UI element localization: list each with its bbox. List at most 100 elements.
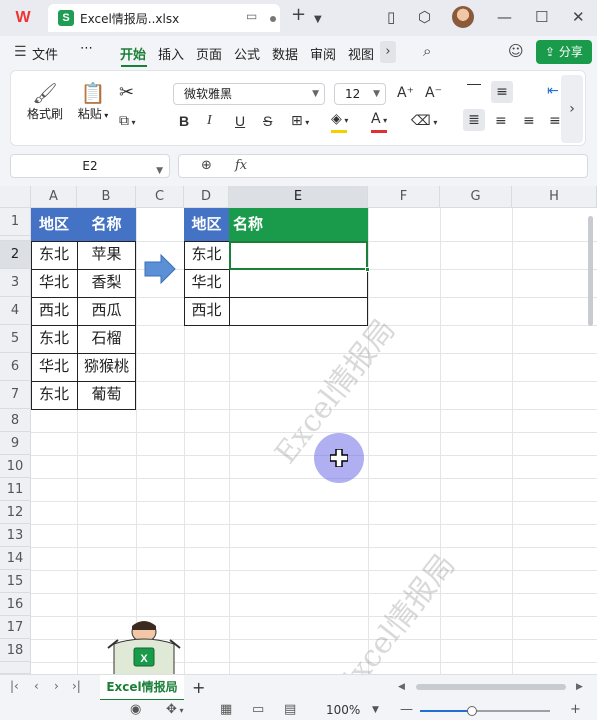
copy-icon[interactable]: ⧉ ▾	[119, 113, 136, 131]
align-middle-icon[interactable]: ≡	[491, 81, 513, 103]
name-box[interactable]: E2 ▼	[10, 154, 170, 178]
column-header-c[interactable]: C	[136, 186, 184, 208]
font-name-select[interactable]: 微软雅黑 ▼	[173, 83, 325, 105]
strikethrough-button[interactable]: S	[263, 113, 272, 129]
vertical-scrollbar[interactable]	[588, 216, 593, 326]
chevron-down-icon[interactable]: ▼	[372, 705, 379, 715]
formula-bar[interactable]: ⊕ fx	[178, 154, 588, 178]
next-sheet-icon[interactable]: ›	[54, 679, 59, 693]
prev-sheet-icon[interactable]: ‹	[34, 679, 39, 693]
tab-review[interactable]: 审阅	[310, 44, 336, 63]
fill-color-button[interactable]: ◈ ▾	[331, 111, 348, 133]
row-header-18[interactable]: 18	[0, 639, 31, 662]
bold-button[interactable]: B	[179, 113, 189, 129]
decrease-font-icon[interactable]: A⁻	[425, 85, 442, 101]
maximize-icon[interactable]: ☐	[535, 8, 548, 26]
table1-header-name[interactable]: 名称	[77, 208, 136, 241]
zoom-search-icon[interactable]: ⊕	[201, 158, 212, 173]
chevron-down-icon[interactable]: ▼	[314, 11, 322, 29]
row-header-14[interactable]: 14	[0, 547, 31, 570]
row-header-4[interactable]: 4	[0, 297, 31, 325]
zoom-out-icon[interactable]: —	[400, 702, 413, 717]
borders-icon[interactable]: ⊞ ▾	[291, 113, 309, 131]
table2-header-name[interactable]: 名称	[229, 208, 368, 241]
add-sheet-button[interactable]: +	[192, 678, 205, 697]
spreadsheet-grid[interactable]: A B C D E F G H 1 2 3 4 5 6 7 8 9 10 11 …	[0, 186, 597, 674]
unsaved-dot-icon[interactable]	[270, 16, 276, 22]
document-tab[interactable]: S Excel情报局..xlsx ▭	[48, 4, 280, 32]
menu-file[interactable]: 文件	[32, 44, 58, 63]
column-header-d[interactable]: D	[184, 186, 229, 208]
row-header-1[interactable]: 1	[0, 208, 31, 236]
tab-data[interactable]: 数据	[272, 44, 298, 63]
horizontal-scrollbar[interactable]	[416, 684, 566, 690]
column-header-f[interactable]: F	[368, 186, 440, 208]
row-header-3[interactable]: 3	[0, 269, 31, 297]
italic-button[interactable]: I	[207, 113, 212, 129]
row-header-11[interactable]: 11	[0, 478, 31, 501]
tab-insert[interactable]: 插入	[158, 44, 184, 63]
share-button[interactable]: ⇪ 分享	[536, 40, 592, 64]
zoom-slider-knob[interactable]	[467, 706, 477, 716]
column-header-b[interactable]: B	[77, 186, 136, 208]
sheet-tab-active[interactable]: Excel情报局	[100, 675, 184, 701]
column-header-e[interactable]: E	[229, 186, 368, 208]
search-icon[interactable]: ⌕	[423, 42, 431, 60]
table2-header-region[interactable]: 地区	[184, 208, 229, 241]
table1-header-region[interactable]: 地区	[31, 208, 77, 241]
eye-icon[interactable]: ◉	[130, 702, 141, 717]
row-header-7[interactable]: 7	[0, 381, 31, 409]
chevron-right-icon[interactable]: ›	[380, 41, 396, 63]
align-top-icon[interactable]: ⎺	[467, 83, 481, 99]
fx-icon[interactable]: fx	[235, 158, 247, 173]
cut-icon[interactable]: ✂	[119, 84, 134, 102]
active-cell-selection[interactable]	[229, 241, 368, 270]
tab-home[interactable]: 开始	[120, 44, 146, 63]
row-header-16[interactable]: 16	[0, 593, 31, 616]
row-header-19[interactable]	[0, 662, 31, 674]
scroll-left-icon[interactable]: ◀	[398, 682, 405, 692]
increase-font-icon[interactable]: A⁺	[397, 85, 414, 101]
hamburger-menu-icon[interactable]: ☰	[14, 43, 27, 61]
row-header-5[interactable]: 5	[0, 325, 31, 353]
move-icon[interactable]: ✥ ▾	[166, 702, 183, 717]
tab-page[interactable]: 页面	[196, 44, 222, 63]
menu-more[interactable]: ⋯	[80, 41, 93, 56]
fill-handle[interactable]	[365, 267, 370, 272]
row-header-9[interactable]: 9	[0, 432, 31, 455]
wps-logo[interactable]: W	[12, 7, 34, 29]
chat-icon[interactable]: ☺	[508, 42, 524, 60]
font-size-select[interactable]: 12 ▼	[334, 83, 386, 105]
cube-icon[interactable]: ⬡	[418, 8, 431, 26]
page-layout-icon[interactable]: ▭	[252, 702, 264, 717]
ribbon-scroll-right[interactable]: ›	[561, 75, 583, 143]
row-header-17[interactable]: 17	[0, 616, 31, 639]
align-left-icon[interactable]: ≣	[463, 109, 485, 131]
zoom-level[interactable]: 100%	[326, 703, 360, 717]
close-icon[interactable]: ✕	[572, 8, 585, 26]
column-header-h[interactable]: H	[512, 186, 597, 208]
align-right-icon[interactable]: ≡	[523, 113, 535, 129]
row-header-2[interactable]: 2	[0, 241, 31, 269]
zoom-slider[interactable]	[420, 706, 550, 716]
underline-button[interactable]: U	[235, 113, 245, 129]
tab-view[interactable]: 视图	[348, 44, 374, 63]
tab-formulas[interactable]: 公式	[234, 44, 260, 63]
last-sheet-icon[interactable]: ›|	[72, 679, 81, 693]
column-header-a[interactable]: A	[31, 186, 77, 208]
book-icon[interactable]: ▯	[387, 8, 395, 26]
row-header-8[interactable]: 8	[0, 409, 31, 432]
zoom-in-icon[interactable]: +	[570, 702, 581, 717]
select-all-corner[interactable]	[0, 186, 31, 208]
align-center-icon[interactable]: ≡	[495, 113, 507, 129]
font-color-button[interactable]: A ▾	[371, 111, 387, 133]
minimize-icon[interactable]: —	[497, 8, 512, 26]
page-break-icon[interactable]: ▤	[284, 702, 296, 717]
monitor-icon[interactable]: ▭	[246, 9, 257, 23]
row-header-12[interactable]: 12	[0, 501, 31, 524]
new-tab-plus-icon[interactable]: +	[291, 6, 306, 24]
format-painter-button[interactable]: 🖌 格式刷	[25, 81, 65, 122]
row-header-15[interactable]: 15	[0, 570, 31, 593]
normal-view-icon[interactable]: ▦	[220, 702, 232, 717]
scroll-right-icon[interactable]: ▶	[576, 682, 583, 692]
